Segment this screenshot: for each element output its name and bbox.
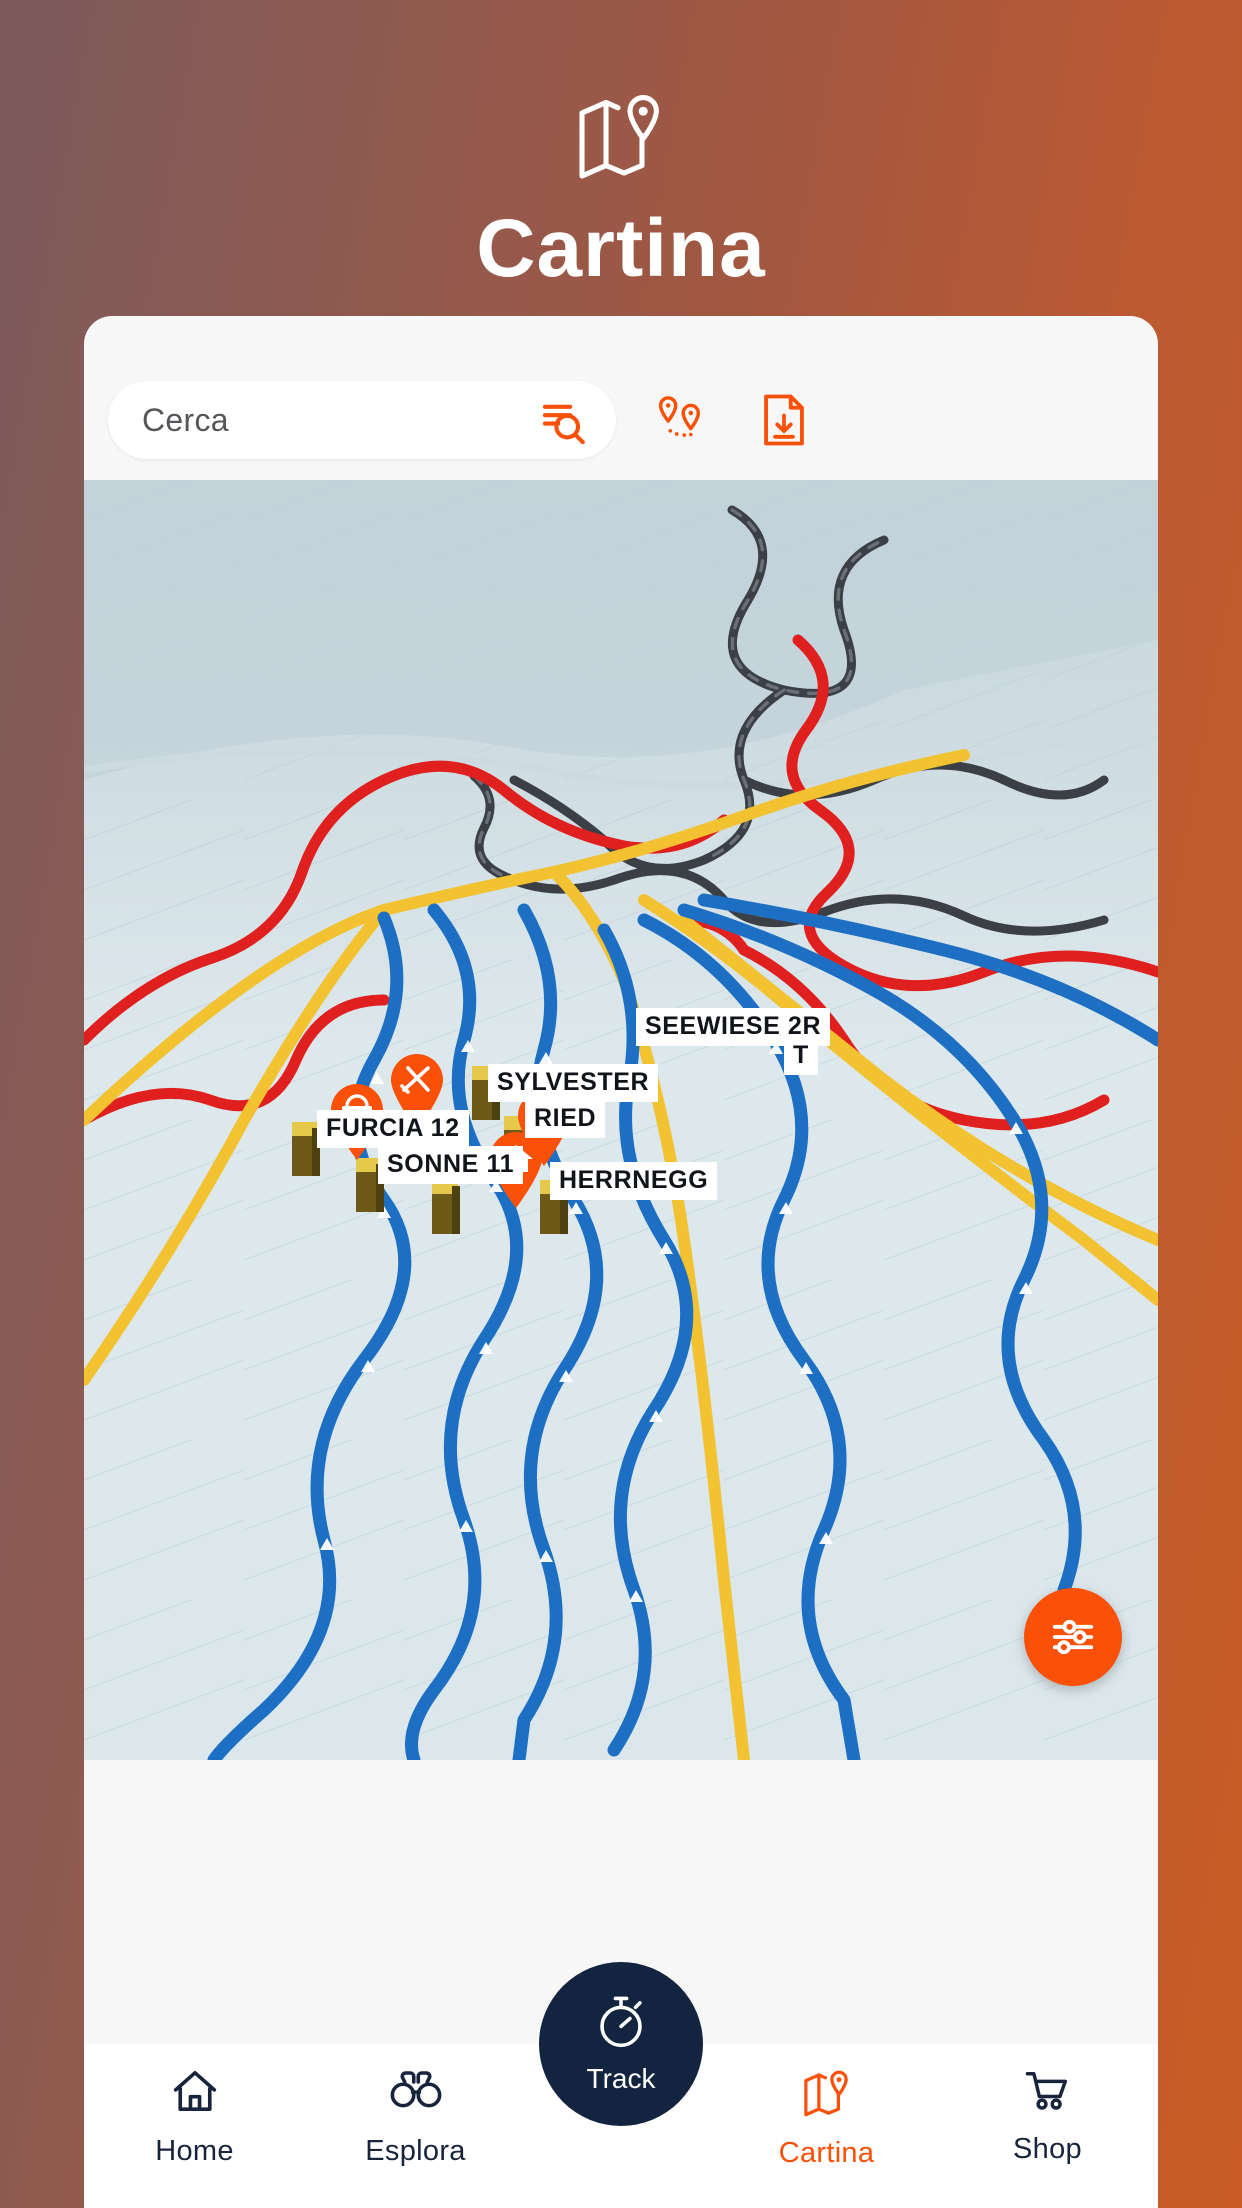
nav-label: Esplora xyxy=(365,2135,466,2167)
ski-map[interactable]: SEEWIESE 2R SYLVESTER T RIED FURCIA 12 S… xyxy=(84,480,1158,1760)
route-pins-icon[interactable] xyxy=(642,382,718,458)
binoculars-icon xyxy=(389,2066,443,2121)
cart-icon xyxy=(1022,2066,1074,2119)
file-download-icon[interactable] xyxy=(746,382,822,458)
nav-item-esplora[interactable]: Esplora xyxy=(305,2066,526,2168)
nav-item-home[interactable]: Home xyxy=(84,2066,305,2168)
search-placeholder: Cerca xyxy=(142,401,229,438)
map-pin-icon xyxy=(801,2066,853,2123)
map-label: T xyxy=(784,1037,818,1075)
nav-label: Home xyxy=(155,2135,234,2167)
track-button[interactable]: Track xyxy=(539,1962,703,2126)
top-action-icons xyxy=(642,382,822,458)
stopwatch-icon xyxy=(594,1994,648,2057)
map-graphics xyxy=(84,480,1158,1760)
track-label: Track xyxy=(586,2062,656,2094)
map-label: SONNE 11 xyxy=(378,1146,524,1184)
app-card: Cerca SEEWIESE 2R SYLVESTER T RIED FURCI… xyxy=(84,316,1158,2208)
nav-item-cartina[interactable]: Cartina xyxy=(716,2066,937,2170)
nav-label: Shop xyxy=(1013,2133,1082,2165)
search-row: Cerca xyxy=(84,360,1158,480)
map-label: RIED xyxy=(525,1100,606,1138)
map-pin-icon xyxy=(573,86,669,182)
map-label: FURCIA 12 xyxy=(317,1110,469,1148)
nav-item-shop[interactable]: Shop xyxy=(937,2066,1158,2166)
map-label: HERRNEGG xyxy=(550,1162,718,1200)
search-input[interactable]: Cerca xyxy=(108,381,616,459)
nav-label: Cartina xyxy=(778,2137,875,2169)
sliders-icon xyxy=(1052,1619,1094,1655)
map-filter-button[interactable] xyxy=(1024,1588,1122,1686)
home-icon xyxy=(170,2066,220,2121)
map-label: SYLVESTER xyxy=(488,1064,659,1102)
filter-search-icon[interactable] xyxy=(536,393,590,447)
page-title: Cartina xyxy=(476,203,766,294)
